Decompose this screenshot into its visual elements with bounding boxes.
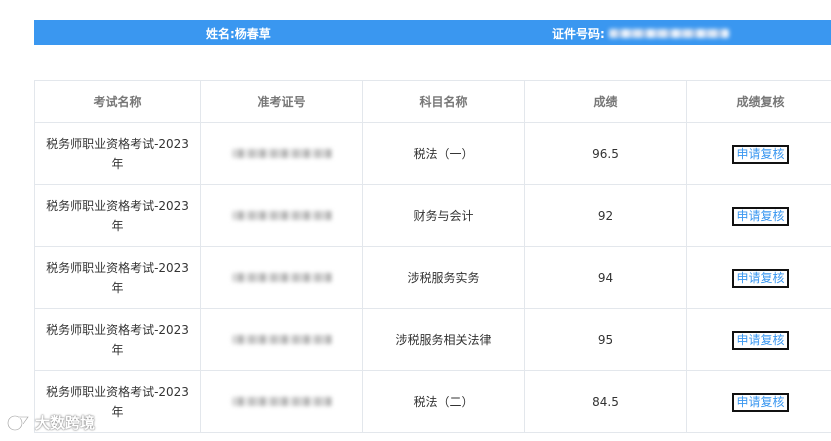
exam-name-cell: 税务师职业资格考试-2023年 xyxy=(34,122,201,185)
score-cell: 84.5 xyxy=(524,370,687,433)
apply-review-link[interactable]: 申请复核 xyxy=(732,330,789,350)
exam-name: 税务师职业资格考试-2023年 xyxy=(46,260,189,295)
apply-review-link[interactable]: 申请复核 xyxy=(732,144,789,164)
watermark-logo-icon xyxy=(6,414,31,431)
table-header-row: 考试名称 准考证号 科目名称 成绩 成绩复核 xyxy=(34,80,831,123)
apply-review-link[interactable]: 申请复核 xyxy=(732,392,789,412)
id-number-redacted xyxy=(608,29,729,38)
exam-name-cell: 税务师职业资格考试-2023年 xyxy=(34,184,201,247)
watermark: 大数跨境 xyxy=(6,412,95,433)
apply-review-link[interactable]: 申请复核 xyxy=(732,206,789,226)
exam-name-cell: 税务师职业资格考试-2023年 xyxy=(34,246,201,309)
review-cell: 申请复核 xyxy=(686,370,831,433)
id-number-label: 证件号码: xyxy=(552,27,605,41)
column-header-exam-name: 考试名称 xyxy=(34,80,201,123)
exam-name-cell: 税务师职业资格考试-2023年 xyxy=(34,308,201,371)
admission-number-cell xyxy=(200,122,363,185)
score-cell: 92 xyxy=(524,184,687,247)
table-row: 税务师职业资格考试-2023年 财务与会计 92 申请复核 xyxy=(34,184,831,247)
admission-number-redacted xyxy=(231,210,332,220)
admission-number-cell xyxy=(200,184,363,247)
column-header-subject: 科目名称 xyxy=(362,80,525,123)
subject-cell: 税法（一） xyxy=(362,122,525,185)
watermark-text: 大数跨境 xyxy=(35,414,96,432)
id-number-field: 证件号码: xyxy=(552,25,729,42)
review-cell: 申请复核 xyxy=(686,246,831,309)
exam-name: 税务师职业资格考试-2023年 xyxy=(46,136,189,171)
table-row: 税务师职业资格考试-2023年 税法（一） 96.5 申请复核 xyxy=(34,122,831,185)
admission-number-redacted xyxy=(231,148,332,158)
column-header-score: 成绩 xyxy=(524,80,687,123)
subject-cell: 涉税服务实务 xyxy=(362,246,525,309)
admission-number-cell xyxy=(200,246,363,309)
score-cell: 94 xyxy=(524,246,687,309)
score-cell: 95 xyxy=(524,308,687,371)
admission-number-redacted xyxy=(231,396,332,406)
exam-name: 税务师职业资格考试-2023年 xyxy=(46,198,189,233)
candidate-info-bar: 姓名:杨春草 证件号码: xyxy=(34,20,831,45)
table-row: 税务师职业资格考试-2023年 涉税服务相关法律 95 申请复核 xyxy=(34,308,831,371)
table-row: 税务师职业资格考试-2023年 涉税服务实务 94 申请复核 xyxy=(34,246,831,309)
review-cell: 申请复核 xyxy=(686,122,831,185)
exam-name: 税务师职业资格考试-2023年 xyxy=(46,322,189,357)
column-header-admission-number: 准考证号 xyxy=(200,80,363,123)
subject-cell: 财务与会计 xyxy=(362,184,525,247)
admission-number-cell xyxy=(200,308,363,371)
table-row: 税务师职业资格考试-2023年 税法（二） 84.5 申请复核 xyxy=(34,370,831,433)
review-cell: 申请复核 xyxy=(686,184,831,247)
candidate-name: 姓名:杨春草 xyxy=(206,27,271,41)
subject-cell: 涉税服务相关法律 xyxy=(362,308,525,371)
admission-number-redacted xyxy=(231,334,332,344)
column-header-score-review: 成绩复核 xyxy=(686,80,831,123)
subject-cell: 税法（二） xyxy=(362,370,525,433)
score-table: 考试名称 准考证号 科目名称 成绩 成绩复核 税务师职业资格考试-2023年 税… xyxy=(34,80,831,433)
admission-number-cell xyxy=(200,370,363,433)
score-cell: 96.5 xyxy=(524,122,687,185)
apply-review-link[interactable]: 申请复核 xyxy=(732,268,789,288)
review-cell: 申请复核 xyxy=(686,308,831,371)
admission-number-redacted xyxy=(231,272,332,282)
